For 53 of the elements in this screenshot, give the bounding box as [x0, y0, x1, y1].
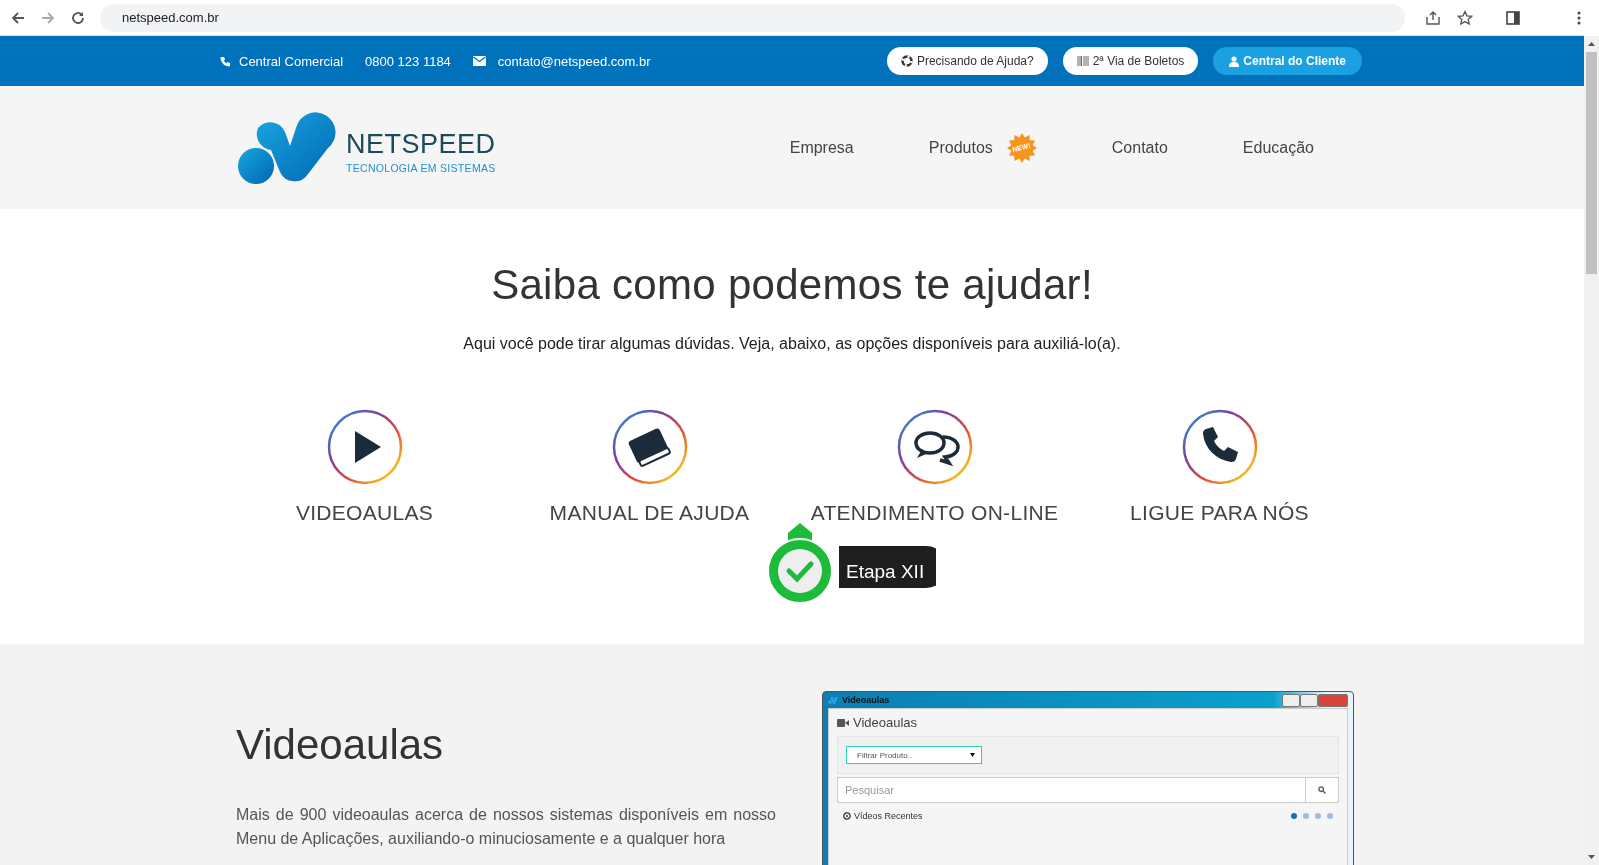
- reload-icon[interactable]: [70, 9, 86, 26]
- nav-link[interactable]: Empresa: [789, 138, 854, 157]
- search-icon[interactable]: [1318, 786, 1326, 794]
- minimize-button[interactable]: [1282, 693, 1300, 707]
- section-subtitle: Aqui você pode tirar algumas dúvidas. Veja, abaixo, as opções disponíveis para auxiliá-lo(a).: [463, 335, 1121, 353]
- menu-icon[interactable]: [1577, 10, 1581, 25]
- barcode-icon: [1076, 56, 1089, 66]
- page-dot[interactable]: [1315, 813, 1321, 819]
- envelope-icon: [472, 56, 486, 66]
- back-icon[interactable]: [10, 9, 26, 26]
- logo-tagline: TECNOLOGIA EM SISTEMAS: [346, 162, 496, 174]
- logo-name: NETSPEED: [346, 129, 496, 160]
- step-badge: Etapa XII: [764, 523, 936, 613]
- page-dot[interactable]: [1303, 813, 1309, 819]
- logo-icon[interactable]: [238, 109, 338, 186]
- phone-number: 0800 123 1184: [365, 53, 451, 69]
- book-icon[interactable]: [611, 409, 688, 485]
- chat-icon[interactable]: [896, 409, 973, 485]
- nav-link[interactable]: Contato: [1111, 138, 1168, 157]
- recent-videos-label: Vídeos Recentes: [854, 811, 923, 821]
- help-option-label[interactable]: VIDEOAULAS: [295, 501, 434, 525]
- video-camera-icon: [837, 718, 849, 727]
- phone-label: Central Comercial: [239, 53, 344, 69]
- lifebuoy-icon: [900, 55, 913, 67]
- play-icon[interactable]: [326, 409, 403, 485]
- star-icon[interactable]: [1457, 9, 1473, 26]
- maximize-button[interactable]: [1300, 693, 1318, 707]
- email-link[interactable]: contato@netspeed.com.br: [497, 53, 651, 69]
- phone-icon: [220, 55, 231, 67]
- side-panel-icon[interactable]: [1505, 9, 1521, 26]
- logo-icon: [828, 696, 838, 704]
- user-icon: [1229, 55, 1240, 67]
- window-title: Videoaulas: [842, 695, 890, 705]
- nav-link[interactable]: Produtos: [928, 138, 993, 157]
- page-dot[interactable]: [1327, 813, 1333, 819]
- section-title: Videoaulas: [236, 721, 445, 769]
- help-option-label[interactable]: ATENDIMENTO ON-LINE: [810, 501, 1059, 525]
- panel-heading: Videoaulas: [853, 715, 918, 730]
- product-filter-dropdown[interactable]: Filtrar Produto..: [846, 746, 982, 764]
- section-title: Saiba como podemos te ajudar!: [491, 261, 1093, 309]
- help-option-label[interactable]: MANUAL DE AJUDA: [549, 501, 750, 525]
- dropdown-caret-icon: [970, 753, 975, 757]
- section-text: Mais de 900 videoaulas acerca de nossos sistemas disponíveis em nosso Menu de Aplicações, auxiliando-o minuciosamente e a qualquer hora: [236, 805, 776, 849]
- clock-icon: [843, 812, 851, 820]
- help-option-label[interactable]: LIGUE PARA NÓS: [1130, 501, 1309, 525]
- help-button[interactable]: Precisando de Ajuda?: [886, 47, 1048, 75]
- boleto-button[interactable]: 2ª Via de Boletos: [1062, 47, 1199, 75]
- address-field[interactable]: netspeed.com.br: [100, 3, 1405, 32]
- page-dot[interactable]: [1291, 813, 1297, 819]
- share-icon[interactable]: [1425, 9, 1441, 26]
- close-button[interactable]: [1318, 693, 1348, 707]
- nav-link[interactable]: Educação: [1242, 138, 1314, 157]
- phone-icon[interactable]: [1181, 409, 1258, 485]
